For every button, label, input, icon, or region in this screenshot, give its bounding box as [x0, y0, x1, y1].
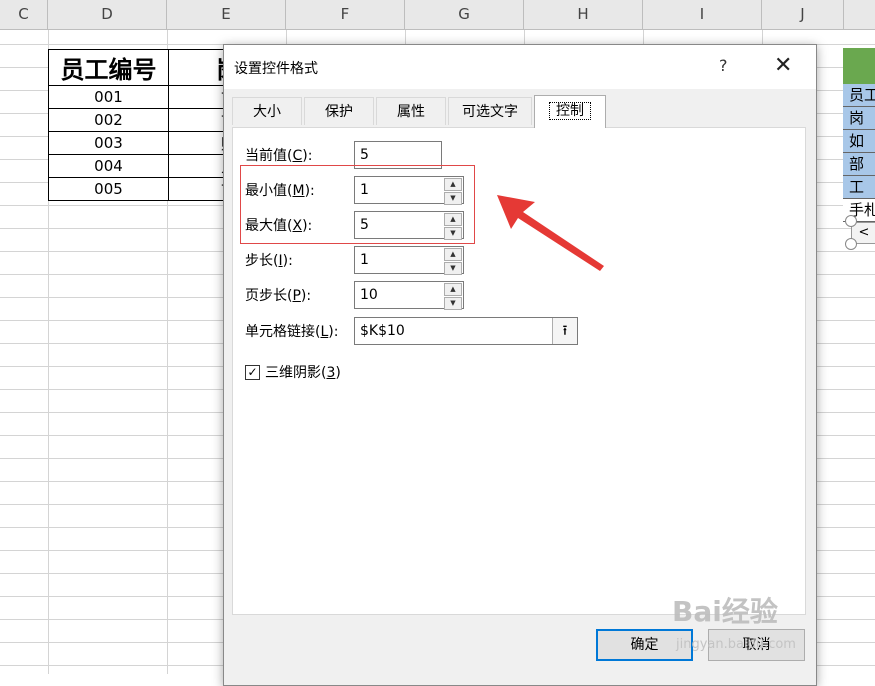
tab-control[interactable]: 控制: [534, 95, 606, 128]
tab-label: 控制: [549, 102, 591, 120]
watermark-logo: Bai经验: [672, 595, 778, 628]
watermark-url: jingyan.baidu.com: [676, 637, 796, 652]
annotation-arrow-icon: [497, 195, 604, 271]
arrow-shape: [497, 195, 604, 271]
